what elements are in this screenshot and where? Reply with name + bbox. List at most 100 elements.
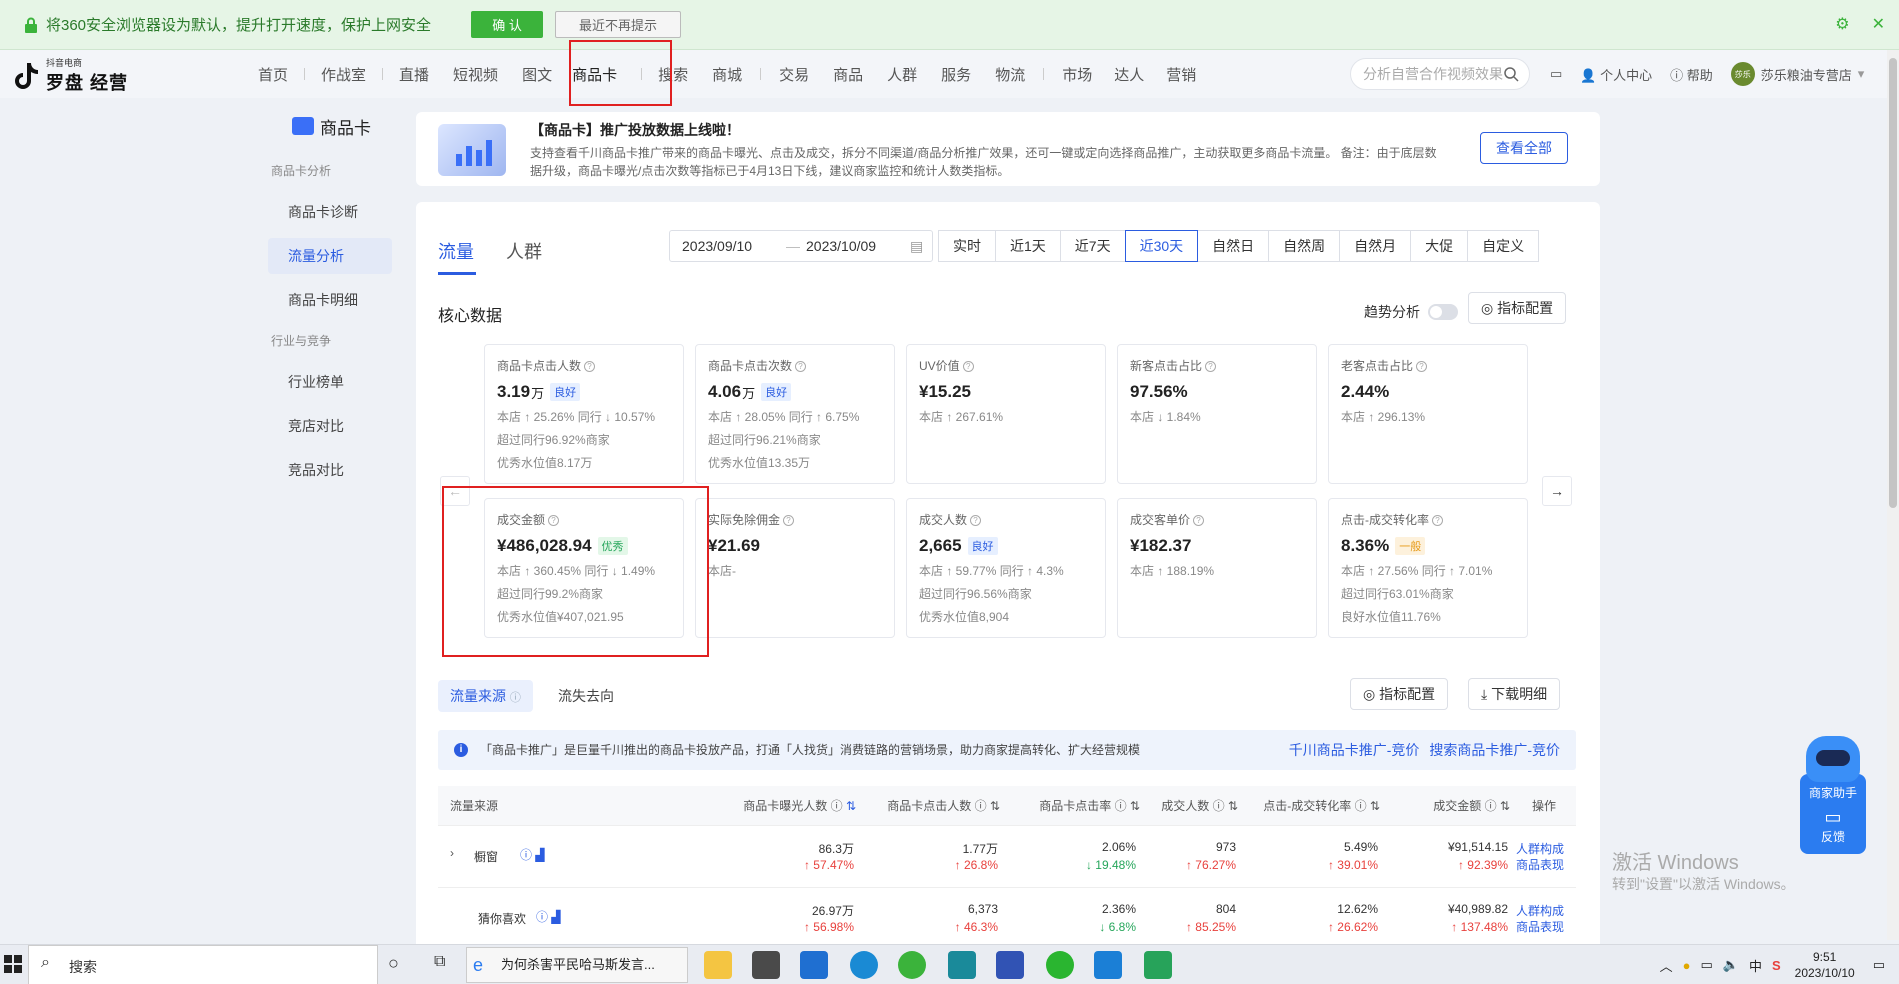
ime-indicator[interactable]: 中 [1749,956,1762,975]
sidebar-item-detail[interactable]: 商品卡明细 [268,282,392,318]
sidebar-item-product-compare[interactable]: 竞品对比 [268,452,392,488]
metric-config-button[interactable]: ◎ 指标配置 [1468,292,1567,324]
nav-goods[interactable]: 商品 [833,64,863,85]
crowd-composition-link[interactable]: 人群构成 [1516,902,1564,919]
close-icon[interactable]: ✕ [1872,14,1885,34]
tray-app-icon[interactable]: ● [1683,958,1691,973]
nav-home[interactable]: 首页 [258,64,288,85]
tab-crowd[interactable]: 人群 [506,238,542,264]
range-natural-week[interactable]: 自然周 [1268,230,1341,262]
nav-live[interactable]: 直播 [399,64,429,85]
tray-expand-icon[interactable]: ︿ [1660,956,1673,975]
metric-avg-order[interactable]: 成交客单价? ¥182.37 本店 ↑ 188.19% [1117,498,1317,638]
tab-traffic-source[interactable]: 流量来源 ⓘ [438,680,533,712]
sort-gmv-header[interactable]: 成交金额 ⓘ ⇅ [1433,797,1510,814]
nav-talent[interactable]: 达人 [1114,64,1144,85]
browser-360-icon[interactable] [898,951,926,979]
help-link[interactable]: ⓘ 帮助 [1670,65,1713,84]
flow-metric-config-button[interactable]: ◎ 指标配置 [1350,678,1449,710]
expand-icon[interactable]: › [450,846,454,860]
metric-uv-value[interactable]: UV价值? ¥15.25 本店 ↑ 267.61% [906,344,1106,484]
range-promo[interactable]: 大促 [1410,230,1469,262]
nav-warroom[interactable]: 作战室 [321,64,366,85]
task-view-icon[interactable]: ⧉ [434,953,445,971]
sogou-icon[interactable]: S [1772,958,1781,973]
sort-exposure-header[interactable]: 商品卡曝光人数 ⓘ ⇅ [743,797,856,814]
nav-trade[interactable]: 交易 [779,64,809,85]
metric-old-customer-ratio[interactable]: 老客点击占比? 2.44% 本店 ↑ 296.13% [1328,344,1528,484]
feedback-button[interactable]: 反馈 [1800,828,1866,845]
nav-service[interactable]: 服务 [941,64,971,85]
sort-cvr-header[interactable]: 点击-成交转化率 ⓘ ⇅ [1263,797,1380,814]
volume-icon[interactable]: 🔈 [1723,957,1739,973]
nav-market[interactable]: 市场 [1062,64,1092,85]
nav-logistics[interactable]: 物流 [995,64,1025,85]
range-natural-day[interactable]: 自然日 [1197,230,1270,262]
mail-icon[interactable] [800,951,828,979]
nav-short-video[interactable]: 短视频 [453,64,498,85]
range-realtime[interactable]: 实时 [938,230,996,262]
taskbar-browser-window[interactable]: e 为何杀害平民哈马斯发言... [466,947,688,983]
date-range-picker[interactable]: 2023/09/10 — 2023/10/09 ▤ [669,230,933,262]
trend-toggle[interactable] [1428,304,1458,320]
nav-crowd[interactable]: 人群 [887,64,917,85]
shop-switcher[interactable]: 莎乐 莎乐粮油专营店 ▾ [1730,62,1864,86]
nav-search-input[interactable]: 分析自营合作视频效果 [1350,58,1530,90]
word-icon[interactable] [996,951,1024,979]
sidebar-item-shop-compare[interactable]: 竞店对比 [268,408,392,444]
windows-start-icon[interactable] [4,955,22,973]
notification-icon[interactable]: ▭ [1873,957,1885,973]
clock[interactable]: 9:51 2023/10/10 [1795,949,1855,981]
view-all-button[interactable]: 查看全部 [1480,132,1568,164]
trend-chart-icon[interactable]: ⓘ ▟ [520,846,545,863]
cortana-icon[interactable]: ○ [388,953,399,974]
user-center-link[interactable]: 👤 个人中心 [1580,65,1652,84]
crowd-composition-link[interactable]: 人群构成 [1516,840,1564,857]
file-explorer-icon[interactable] [704,951,732,979]
feishu-icon[interactable] [948,951,976,979]
metric-commission-waived[interactable]: 实际免除佣金? ¥21.69 本店- [695,498,895,638]
pin-app-icon[interactable] [1094,951,1122,979]
sidebar-item-traffic[interactable]: 流量分析 [268,238,392,274]
range-natural-month[interactable]: 自然月 [1339,230,1412,262]
sort-buyers-header[interactable]: 成交人数 ⓘ ⇅ [1161,797,1238,814]
network-icon[interactable]: ▭ [1700,957,1712,973]
sort-click-users-header[interactable]: 商品卡点击人数 ⓘ ⇅ [887,797,1000,814]
nav-mall[interactable]: 商城 [712,64,742,85]
logo[interactable]: 抖音电商 罗盘 经营 [12,56,128,95]
range-30d[interactable]: 近30天 [1124,230,1199,262]
range-1d[interactable]: 近1天 [995,230,1061,262]
trend-chart-icon[interactable]: ⓘ ▟ [536,908,561,925]
metric-conversion-rate[interactable]: 点击-成交转化率? 8.36% 一般 本店 ↑ 27.56% 同行 ↑ 7.01%… [1328,498,1528,638]
metric-card-click-users[interactable]: 商品卡点击人数? 3.19 万良好 本店 ↑ 25.26% 同行 ↓ 10.57%… [484,344,684,484]
product-performance-link[interactable]: 商品表现 [1516,856,1564,873]
search-icon[interactable] [1503,66,1519,82]
tab-traffic[interactable]: 流量 [438,238,474,264]
range-7d[interactable]: 近7天 [1059,230,1126,262]
sort-ctr-header[interactable]: 商品卡点击率 ⓘ ⇅ [1039,797,1140,814]
edge-icon[interactable] [850,951,878,979]
dismiss-notice-button[interactable]: 最近不再提示 [555,11,682,38]
search-promo-link[interactable]: 搜索商品卡推广-竞价 [1429,742,1560,758]
taskbar-search-input[interactable]: ⌕ 搜索 [28,945,378,984]
settings-icon[interactable]: ⚙ [1835,14,1849,34]
nav-graphic[interactable]: 图文 [522,64,552,85]
sidebar-item-diagnosis[interactable]: 商品卡诊断 [268,194,392,230]
confirm-default-button[interactable]: 确 认 [471,11,544,38]
qianchuan-link[interactable]: 千川商品卡推广-竞价 [1289,742,1420,758]
download-detail-button[interactable]: ⤓ 下载明细 [1468,678,1561,710]
sidebar-item-industry-rank[interactable]: 行业榜单 [268,364,392,400]
monitor-icon[interactable]: ▭ [1550,66,1562,82]
merchant-helper-widget[interactable]: 商家助手 ▭ 反馈 [1800,736,1866,862]
product-performance-link[interactable]: 商品表现 [1516,918,1564,935]
tab-traffic-loss[interactable]: 流失去向 [546,680,626,712]
store-icon[interactable] [752,951,780,979]
nav-marketing[interactable]: 营销 [1166,64,1196,85]
page-scrollbar[interactable] [1887,50,1899,940]
wechat-icon[interactable] [1046,951,1074,979]
green-app-icon[interactable] [1144,951,1172,979]
next-arrow-button[interactable]: → [1542,476,1572,506]
range-custom[interactable]: 自定义 [1467,230,1540,262]
metric-new-customer-ratio[interactable]: 新客点击占比? 97.56% 本店 ↓ 1.84% [1117,344,1317,484]
metric-buyers[interactable]: 成交人数? 2,665 良好 本店 ↑ 59.77% 同行 ↑ 4.3% 超过同行… [906,498,1106,638]
